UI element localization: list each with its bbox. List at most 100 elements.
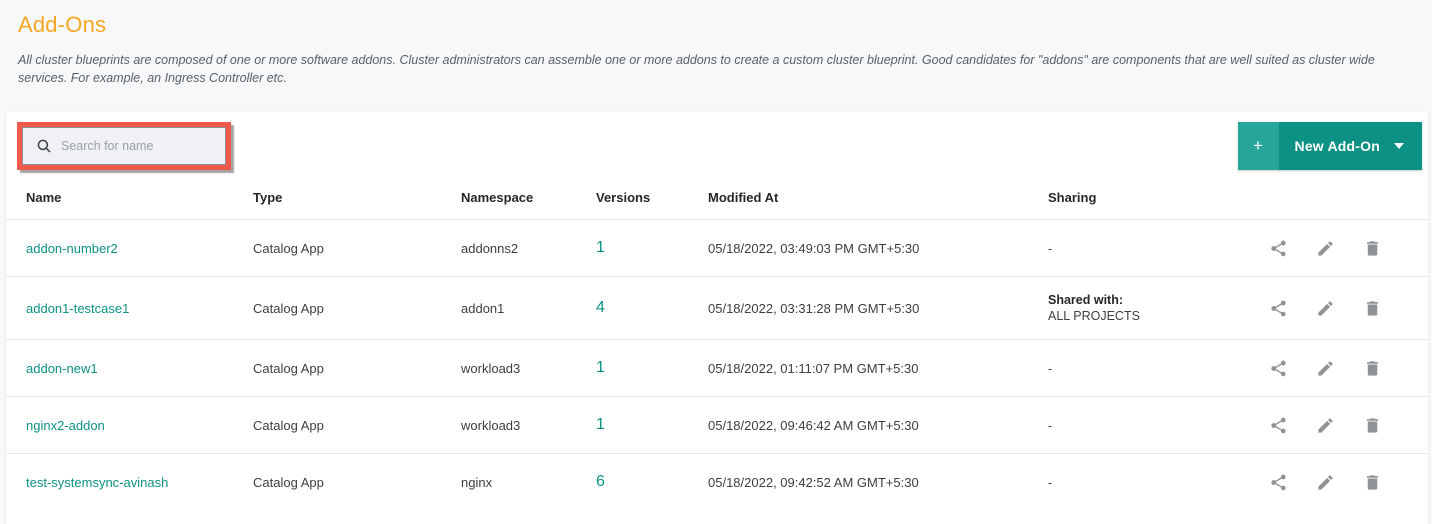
cell-sharing: Shared with: ALL PROJECTS: [1048, 276, 1263, 340]
addons-page: Add-Ons All cluster blueprints are compo…: [0, 0, 1432, 524]
edit-icon[interactable]: [1316, 473, 1335, 492]
search-icon: [35, 137, 53, 155]
cell-versions: 1: [596, 396, 708, 454]
cell-actions: [1263, 219, 1428, 277]
share-icon[interactable]: [1269, 299, 1288, 318]
cell-versions: 1: [596, 219, 708, 277]
versions-link[interactable]: 1: [596, 359, 605, 376]
table-header-row: Name Type Namespace Versions Modified At…: [6, 180, 1428, 220]
cell-modified-at: 05/18/2022, 03:49:03 PM GMT+5:30: [708, 219, 1048, 277]
share-icon[interactable]: [1269, 239, 1288, 258]
addon-name-link[interactable]: addon1-testcase1: [26, 301, 129, 316]
column-header-name[interactable]: Name: [6, 180, 253, 220]
cell-type: Catalog App: [253, 219, 461, 277]
cell-modified-at: 05/18/2022, 01:11:07 PM GMT+5:30: [708, 339, 1048, 397]
new-addon-label: New Add-On: [1294, 138, 1380, 154]
versions-link[interactable]: 1: [596, 416, 605, 433]
chevron-down-icon[interactable]: [1394, 143, 1404, 149]
cell-type: Catalog App: [253, 453, 461, 511]
row-actions: [1263, 359, 1428, 378]
cell-type: Catalog App: [253, 339, 461, 397]
cell-actions: [1263, 396, 1428, 454]
row-actions: [1263, 299, 1428, 318]
cell-versions: 1: [596, 339, 708, 397]
cell-name: addon1-testcase1: [6, 276, 253, 340]
table-toolbar: + New Add-On: [6, 112, 1428, 180]
share-icon[interactable]: [1269, 473, 1288, 492]
cell-actions: [1263, 276, 1428, 340]
addon-name-link[interactable]: test-systemsync-avinash: [26, 475, 168, 490]
search-highlight-box: [17, 122, 231, 170]
column-header-namespace[interactable]: Namespace: [461, 180, 596, 220]
addon-name-link[interactable]: nginx2-addon: [26, 418, 105, 433]
cell-namespace: addonns2: [461, 219, 596, 277]
delete-icon[interactable]: [1363, 359, 1382, 378]
sharing-value: -: [1048, 476, 1053, 491]
table-body: addon-number2 Catalog App addonns2 1 05/…: [6, 219, 1428, 511]
cell-name: addon-new1: [6, 339, 253, 397]
cell-type: Catalog App: [253, 276, 461, 340]
addon-name-link[interactable]: addon-number2: [26, 241, 118, 256]
cell-sharing: -: [1048, 339, 1263, 397]
versions-link[interactable]: 1: [596, 239, 605, 256]
cell-namespace: workload3: [461, 339, 596, 397]
edit-icon[interactable]: [1316, 239, 1335, 258]
table-row: addon-number2 Catalog App addonns2 1 05/…: [6, 219, 1428, 277]
cell-sharing: -: [1048, 219, 1263, 277]
table-row: addon-new1 Catalog App workload3 1 05/18…: [6, 339, 1428, 397]
page-title: Add-Ons: [18, 12, 107, 37]
column-header-versions[interactable]: Versions: [596, 180, 708, 220]
delete-icon[interactable]: [1363, 299, 1382, 318]
cell-name: addon-number2: [6, 219, 253, 277]
cell-versions: 4: [596, 276, 708, 340]
cell-modified-at: 05/18/2022, 03:31:28 PM GMT+5:30: [708, 276, 1048, 340]
search-box[interactable]: [22, 127, 226, 165]
edit-icon[interactable]: [1316, 416, 1335, 435]
sharing-value: -: [1048, 242, 1053, 256]
cell-sharing: -: [1048, 396, 1263, 454]
new-addon-plus-button[interactable]: +: [1237, 122, 1279, 170]
new-addon-button[interactable]: + New Add-On: [1237, 122, 1422, 170]
addons-card: + New Add-On Name Type Namespace Version…: [6, 112, 1428, 524]
edit-icon[interactable]: [1316, 299, 1335, 318]
column-header-actions: [1263, 180, 1428, 220]
sharing-value: -: [1048, 419, 1053, 433]
cell-versions: 6: [596, 453, 708, 511]
addon-name-link[interactable]: addon-new1: [26, 361, 98, 376]
new-addon-main-button[interactable]: New Add-On: [1278, 122, 1422, 170]
sharing-value: -: [1048, 362, 1053, 376]
row-actions: [1263, 239, 1428, 258]
addons-table: Name Type Namespace Versions Modified At…: [6, 180, 1428, 511]
share-icon[interactable]: [1269, 416, 1288, 435]
delete-icon[interactable]: [1363, 416, 1382, 435]
cell-namespace: workload3: [461, 396, 596, 454]
edit-icon[interactable]: [1316, 359, 1335, 378]
cell-name: test-systemsync-avinash: [6, 453, 253, 511]
cell-sharing: -: [1048, 453, 1263, 511]
search-input[interactable]: [61, 135, 211, 157]
column-header-modified-at[interactable]: Modified At: [708, 180, 1048, 220]
cell-actions: [1263, 453, 1428, 511]
page-description: All cluster blueprints are composed of o…: [18, 53, 1375, 85]
sharing-title: Shared with:: [1048, 293, 1124, 307]
column-header-type[interactable]: Type: [253, 180, 461, 220]
cell-modified-at: 05/18/2022, 09:46:42 AM GMT+5:30: [708, 396, 1048, 454]
versions-link[interactable]: 4: [596, 299, 605, 316]
table-header: Name Type Namespace Versions Modified At…: [6, 180, 1428, 220]
column-header-sharing[interactable]: Sharing: [1048, 180, 1263, 220]
delete-icon[interactable]: [1363, 473, 1382, 492]
table-row: nginx2-addon Catalog App workload3 1 05/…: [6, 396, 1428, 454]
versions-link[interactable]: 6: [596, 473, 605, 490]
table-row: addon1-testcase1 Catalog App addon1 4 05…: [6, 276, 1428, 340]
sharing-value: ALL PROJECTS: [1048, 309, 1140, 323]
table-row: test-systemsync-avinash Catalog App ngin…: [6, 453, 1428, 511]
cell-actions: [1263, 339, 1428, 397]
share-icon[interactable]: [1269, 359, 1288, 378]
page-header: Add-Ons All cluster blueprints are compo…: [0, 0, 1432, 87]
cell-modified-at: 05/18/2022, 09:42:52 AM GMT+5:30: [708, 453, 1048, 511]
cell-namespace: addon1: [461, 276, 596, 340]
row-actions: [1263, 416, 1428, 435]
cell-name: nginx2-addon: [6, 396, 253, 454]
delete-icon[interactable]: [1363, 239, 1382, 258]
cell-type: Catalog App: [253, 396, 461, 454]
